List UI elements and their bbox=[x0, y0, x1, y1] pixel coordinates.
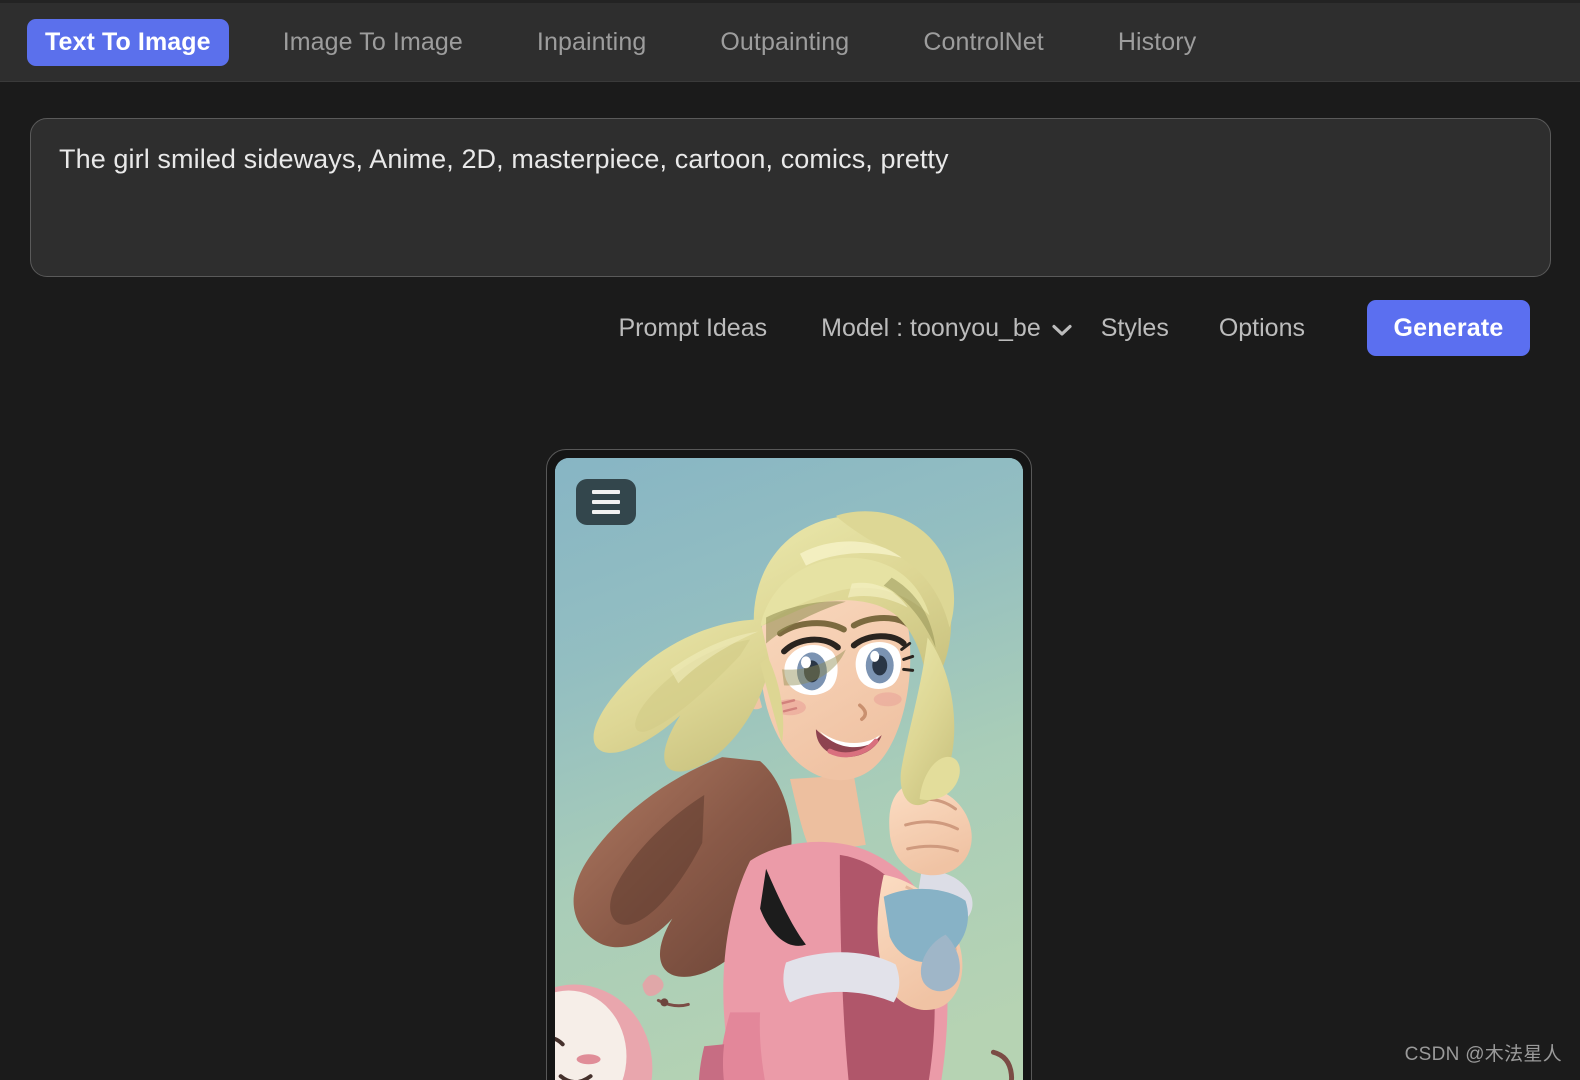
tab-controlnet[interactable]: ControlNet bbox=[905, 19, 1062, 66]
tab-outpainting[interactable]: Outpainting bbox=[702, 19, 867, 66]
options-button[interactable]: Options bbox=[1218, 313, 1305, 342]
result-image-card[interactable] bbox=[546, 449, 1032, 1080]
prompt-input-container[interactable]: The girl smiled sideways, Anime, 2D, mas… bbox=[30, 118, 1551, 277]
prompt-input[interactable]: The girl smiled sideways, Anime, 2D, mas… bbox=[59, 143, 1522, 252]
menu-line-3 bbox=[592, 510, 620, 514]
tab-image-to-image[interactable]: Image To Image bbox=[265, 19, 481, 66]
menu-line-2 bbox=[592, 500, 620, 504]
prompt-ideas-label: Prompt Ideas bbox=[618, 313, 768, 342]
tab-text-to-image[interactable]: Text To Image bbox=[27, 18, 229, 66]
watermark-text: CSDN @木法星人 bbox=[1404, 1044, 1562, 1065]
generated-artwork bbox=[555, 458, 1023, 1080]
options-label: Options bbox=[1218, 313, 1305, 342]
prompt-toolbar: Prompt Ideas Model : toonyou_be Styles O… bbox=[0, 300, 1580, 356]
tab-history[interactable]: History bbox=[1100, 19, 1214, 66]
styles-button[interactable]: Styles bbox=[1100, 313, 1169, 342]
styles-label: Styles bbox=[1100, 313, 1169, 342]
prompt-ideas-button[interactable]: Prompt Ideas bbox=[618, 313, 768, 342]
generate-button[interactable]: Generate bbox=[1367, 300, 1530, 356]
hamburger-menu-icon[interactable] bbox=[576, 479, 636, 525]
top-navigation-bar: Text To Image Image To Image Inpainting … bbox=[0, 0, 1580, 82]
model-select-dropdown[interactable]: Model : toonyou_be bbox=[821, 313, 1072, 342]
generated-image bbox=[555, 458, 1023, 1080]
model-select-label: Model : toonyou_be bbox=[821, 313, 1041, 342]
tab-inpainting[interactable]: Inpainting bbox=[519, 19, 664, 66]
menu-line-1 bbox=[592, 490, 620, 494]
